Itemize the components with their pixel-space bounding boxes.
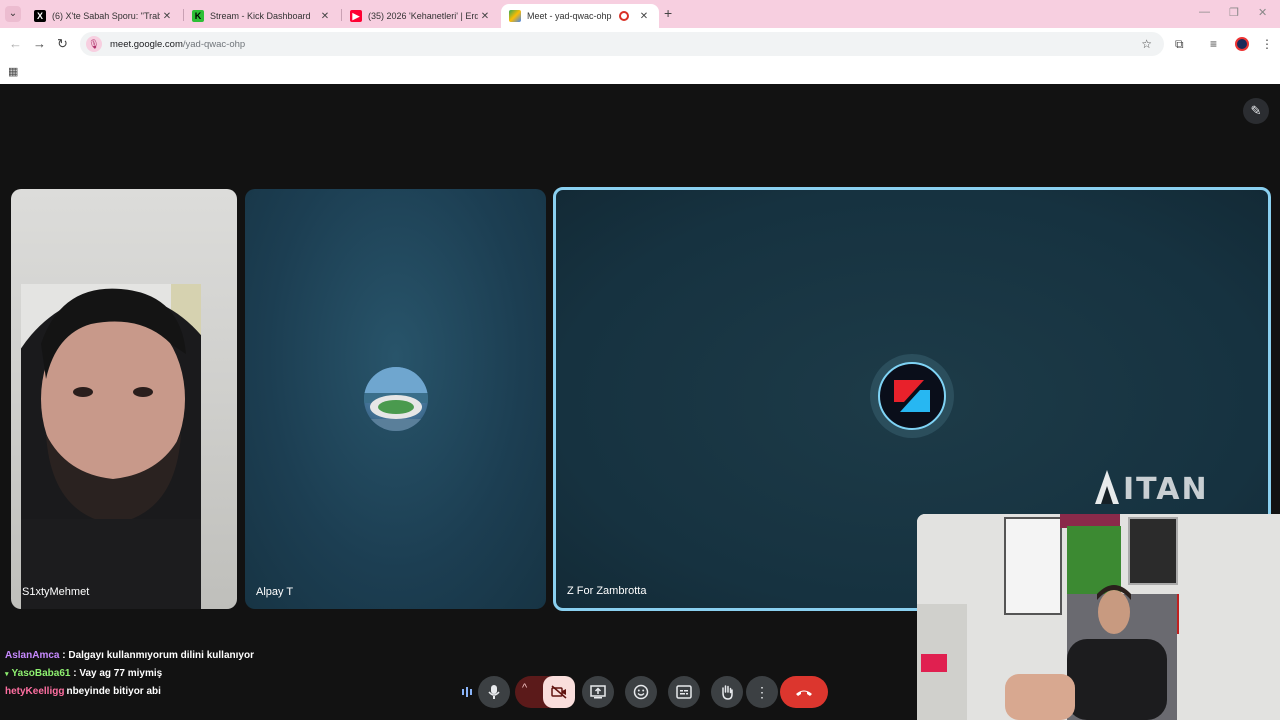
chat-text: nbeyinde bitiyor abi: [66, 686, 161, 697]
profile-avatar[interactable]: [1235, 37, 1249, 51]
tab-title: Meet - yad-qwac-ohp: [527, 11, 612, 21]
participant-avatar: [364, 367, 428, 431]
apps-grid-icon[interactable]: ▦: [8, 65, 18, 78]
chevron-up-icon[interactable]: ^: [522, 682, 527, 694]
more-options-button[interactable]: ⋮: [746, 676, 778, 708]
participant-tile[interactable]: Alpay T: [245, 189, 546, 609]
close-window-icon[interactable]: ✕: [1258, 6, 1267, 19]
chat-message: AslanAmca : Dalgayı kullanmıyorum dilini…: [5, 650, 254, 668]
microphone-icon: [488, 685, 500, 699]
chat-message: hetyKeelligg nbeyinde bitiyor abi: [5, 686, 254, 704]
participant-avatar: [878, 362, 946, 430]
url-path: /yad-qwac-ohp: [182, 38, 246, 50]
chat-username: hetyKeelligg: [5, 686, 65, 697]
z-logo-icon: [894, 380, 930, 412]
microphone-button[interactable]: [478, 676, 510, 708]
bookmark-star-icon[interactable]: ☆: [1141, 37, 1152, 51]
raise-hand-button[interactable]: [711, 676, 743, 708]
stadium-icon: [364, 367, 428, 431]
tab-meet[interactable]: Meet - yad-qwac-ohp ✕: [501, 4, 659, 28]
tab-title: Stream - Kick Dashboard: [210, 11, 311, 21]
close-icon[interactable]: ✕: [160, 11, 174, 22]
extensions-icon[interactable]: ⧉: [1175, 37, 1184, 52]
tab-search-chevron-icon[interactable]: ⌄: [5, 6, 21, 22]
present-screen-button[interactable]: [582, 676, 614, 708]
participant-name: Alpay T: [256, 586, 294, 598]
address-bar[interactable]: 🎙 meet.google.com/yad-qwac-ohp ☆: [80, 32, 1164, 56]
recording-indicator-icon: [619, 11, 629, 21]
chat-username: AslanAmca: [5, 650, 60, 661]
chat-text: : Vay ag 77 miymiş: [70, 668, 163, 679]
stream-chat-overlay: AslanAmca : Dalgayı kullanmıyorum dilini…: [5, 650, 254, 704]
meet-icon: [509, 10, 521, 22]
chat-message: ▾ YasoBaba61 : Vay ag 77 miymiş: [5, 668, 254, 686]
x-logo-icon: X: [34, 10, 46, 22]
chat-username: YasoBaba61: [11, 668, 71, 679]
tab-strip: ⌄ X (6) X'te Sabah Sporu: "Trabzonsp ✕ K…: [0, 0, 1280, 28]
hang-up-icon: [796, 690, 812, 696]
tab-title: (6) X'te Sabah Sporu: "Trabzonsp: [52, 11, 160, 21]
captions-button[interactable]: [668, 676, 700, 708]
more-vert-icon: ⋮: [755, 683, 769, 700]
bookmarks-bar: ▦: [0, 60, 1280, 84]
url-host: meet.google.com: [110, 38, 183, 50]
camera-off-button[interactable]: [543, 676, 575, 708]
hand-icon: [722, 685, 733, 700]
speaking-ring: [870, 354, 954, 438]
browser-toolbar: ← → ↻ 🎙 meet.google.com/yad-qwac-ohp ☆ ⧉…: [0, 28, 1280, 60]
close-icon[interactable]: ✕: [318, 11, 332, 22]
menu-kebab-icon[interactable]: ⋮: [1261, 37, 1273, 51]
reload-icon[interactable]: ↻: [57, 36, 68, 52]
kick-logo-icon: K: [192, 10, 204, 22]
tab-title: (35) 2026 'Kehanetleri' | Erdem A: [368, 11, 478, 21]
reactions-button[interactable]: [625, 676, 657, 708]
participant-tile[interactable]: S1xtyMehmet: [11, 189, 237, 609]
participant-name: S1xtyMehmet: [22, 586, 90, 598]
youtube-icon: ▶: [350, 10, 362, 22]
titan-logo: ITAN: [1095, 470, 1209, 507]
forward-arrow-icon[interactable]: →: [33, 36, 46, 51]
minimize-icon[interactable]: —: [1199, 6, 1210, 18]
participant-video: [21, 284, 201, 609]
tab-youtube[interactable]: ▶ (35) 2026 'Kehanetleri' | Erdem A ✕: [342, 4, 500, 28]
emoji-icon: [633, 684, 649, 700]
svg-text:ITAN: ITAN: [1123, 472, 1209, 506]
titan-watermark-logo: ITAN: [1093, 466, 1213, 515]
subscriber-badge-icon: ▾: [5, 671, 9, 678]
leave-call-button[interactable]: [780, 676, 828, 708]
chat-text: : Dalgayı kullanmıyorum dilini kullanıyo…: [59, 650, 254, 661]
tab-x[interactable]: X (6) X'te Sabah Sporu: "Trabzonsp ✕: [26, 4, 182, 28]
microphone-in-use-icon[interactable]: 🎙: [86, 36, 102, 52]
close-icon[interactable]: ✕: [637, 11, 651, 22]
media-control-icon[interactable]: ≡: [1210, 37, 1217, 51]
present-icon: [590, 685, 606, 699]
captions-icon: [676, 685, 692, 699]
streamer-webcam-overlay: [917, 514, 1280, 720]
camera-off-icon: [551, 685, 567, 699]
back-arrow-icon[interactable]: ←: [9, 36, 22, 51]
new-tab-icon[interactable]: +: [664, 5, 672, 21]
close-icon[interactable]: ✕: [478, 11, 492, 22]
restore-icon[interactable]: ❐: [1229, 6, 1239, 19]
tab-kick[interactable]: K Stream - Kick Dashboard ✕: [184, 4, 340, 28]
edit-pencil-icon[interactable]: ✎: [1243, 98, 1269, 124]
participant-name: Z For Zambrotta: [567, 585, 647, 597]
webcam-video: [917, 514, 1280, 720]
